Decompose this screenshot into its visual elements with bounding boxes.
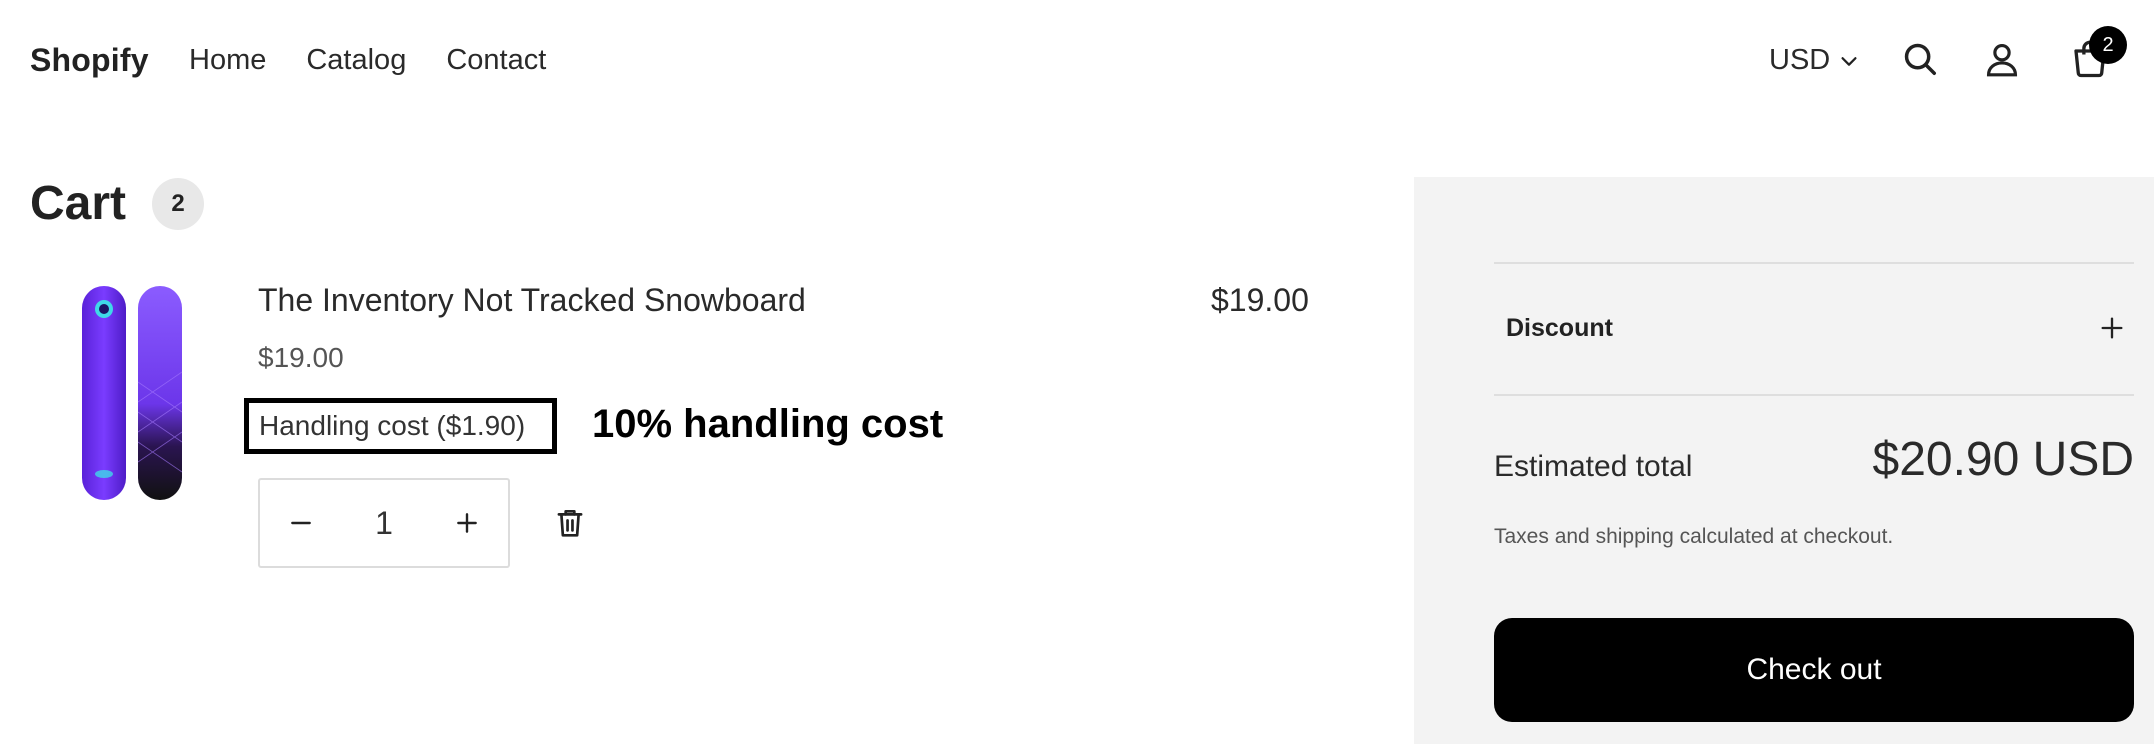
nav-contact[interactable]: Contact: [446, 44, 546, 77]
quantity-stepper: [258, 478, 510, 568]
minus-icon: [291, 521, 311, 525]
search-icon[interactable]: [1901, 40, 1939, 78]
chevron-down-icon: [1841, 56, 1857, 66]
product-image[interactable]: [78, 282, 188, 504]
divider: [1494, 262, 2134, 264]
plus-icon: [457, 513, 477, 533]
line-total: $19.00: [1211, 282, 1309, 318]
currency-label: USD: [1769, 44, 1831, 76]
quantity-decrease-button[interactable]: [286, 508, 316, 538]
nav-catalog[interactable]: Catalog: [306, 44, 406, 77]
page-title: Cart: [30, 177, 127, 230]
estimated-total-label: Estimated total: [1494, 450, 1693, 483]
site-header: Shopify Home Catalog Contact USD 2: [0, 0, 2154, 120]
plus-icon: [2101, 317, 2123, 339]
divider: [1494, 394, 2134, 396]
main-nav: Home Catalog Contact: [189, 44, 546, 77]
brand-logo[interactable]: Shopify: [30, 42, 149, 79]
currency-selector[interactable]: USD: [1769, 44, 1860, 77]
nav-home[interactable]: Home: [189, 44, 266, 77]
quantity-input[interactable]: [354, 504, 414, 542]
cart-count-badge: 2: [2089, 26, 2127, 64]
estimated-total-value: $20.90 USD: [1872, 433, 2135, 486]
tax-note: Taxes and shipping calculated at checkou…: [1494, 525, 1894, 548]
product-title[interactable]: The Inventory Not Tracked Snowboard: [258, 282, 806, 319]
trash-icon[interactable]: [555, 507, 585, 539]
discount-label: Discount: [1506, 313, 1613, 342]
account-icon[interactable]: [1983, 40, 2021, 78]
cart-items-badge: 2: [152, 178, 204, 230]
unit-price: $19.00: [258, 342, 344, 373]
checkout-button[interactable]: Check out: [1494, 618, 2134, 722]
quantity-increase-button[interactable]: [452, 508, 482, 538]
annotation-label: 10% handling cost: [592, 402, 944, 446]
discount-toggle[interactable]: Discount: [1494, 296, 2134, 360]
handling-cost-property: Handling cost ($1.90): [244, 398, 557, 454]
